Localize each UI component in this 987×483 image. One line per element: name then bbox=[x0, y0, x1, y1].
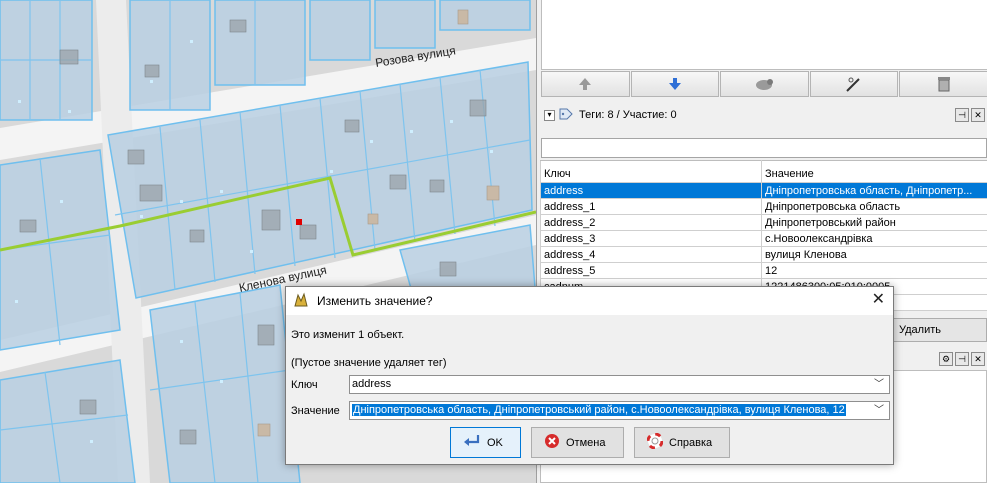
value-label: Значение bbox=[291, 405, 340, 417]
wand-icon bbox=[845, 76, 863, 92]
help-label: Справка bbox=[669, 436, 713, 449]
tags-panel-header: ▾ Теги: 8 / Участие: 0 ⊣ ✕ bbox=[541, 105, 987, 125]
tag-key-cell[interactable]: address_1 bbox=[540, 198, 762, 215]
close-icon[interactable]: ✕ bbox=[971, 108, 985, 122]
dialog-close-icon[interactable]: ✕ bbox=[872, 292, 885, 308]
settings-icon[interactable]: ⚙ bbox=[939, 352, 953, 366]
move-down-icon bbox=[668, 77, 682, 91]
tag-value-cell[interactable]: 12 bbox=[761, 262, 987, 279]
change-value-dialog: Изменить значение? ✕ Это изменит 1 объек… bbox=[285, 286, 894, 465]
tag-key-cell[interactable]: address_3 bbox=[540, 230, 762, 247]
dialog-titlebar[interactable]: Изменить значение? ✕ bbox=[286, 287, 893, 315]
move-up-icon bbox=[578, 77, 592, 91]
tag-filter-input[interactable] bbox=[541, 138, 987, 158]
tag-icon bbox=[559, 108, 573, 123]
column-header-value[interactable]: Значение bbox=[761, 160, 987, 183]
delete-button[interactable]: Удалить bbox=[884, 318, 987, 342]
value-combo[interactable]: Дніпропетровська область, Дніпропетровсь… bbox=[349, 401, 890, 420]
tag-value-cell[interactable]: Дніпропетровська область bbox=[761, 198, 987, 215]
table-row[interactable]: address_3 с.Новоолександрівка bbox=[540, 230, 987, 247]
help-button[interactable]: Справка bbox=[634, 427, 730, 458]
move-down-button[interactable] bbox=[630, 71, 720, 97]
tag-key-cell[interactable]: address_5 bbox=[540, 262, 762, 279]
pin-icon[interactable]: ⊣ bbox=[955, 352, 969, 366]
value-combo-value: Дніпропетровська область, Дніпропетровсь… bbox=[352, 404, 846, 416]
tag-key-cell[interactable]: address bbox=[540, 182, 762, 199]
cancel-label: Отмена bbox=[566, 436, 606, 449]
trash-icon bbox=[937, 76, 951, 92]
key-label: Ключ bbox=[291, 379, 318, 391]
ok-label: OK bbox=[487, 436, 503, 449]
cancel-icon bbox=[544, 433, 560, 452]
tag-value-cell[interactable]: Дніпропетровська область, Дніпропетр... bbox=[761, 182, 987, 199]
delete-tag-button[interactable] bbox=[899, 71, 987, 97]
move-up-button[interactable] bbox=[541, 71, 630, 97]
dialog-hint: (Пустое значение удаляет тег) bbox=[291, 357, 447, 369]
table-row[interactable]: address_2 Дніпропетровський район bbox=[540, 214, 987, 231]
lifebuoy-icon bbox=[646, 432, 664, 452]
table-row[interactable]: address_4 вулиця Кленова bbox=[540, 246, 987, 263]
tag-key-cell[interactable]: address_4 bbox=[540, 246, 762, 263]
key-combo[interactable]: address ﹀ bbox=[349, 375, 890, 394]
tag-value-cell[interactable]: с.Новоолександрівка bbox=[761, 230, 987, 247]
wand-button[interactable] bbox=[809, 71, 899, 97]
dialog-title: Изменить значение? bbox=[317, 294, 433, 308]
enter-icon bbox=[463, 433, 481, 452]
chevron-down-icon[interactable]: ﹀ bbox=[874, 376, 884, 393]
chevron-down-icon[interactable]: ﹀ bbox=[874, 402, 884, 419]
table-row[interactable]: address Дніпропетровська область, Дніпроп… bbox=[540, 182, 987, 199]
table-row[interactable]: address_5 12 bbox=[540, 262, 987, 279]
close-icon[interactable]: ✕ bbox=[971, 352, 985, 366]
dialog-message: Это изменит 1 объект. bbox=[291, 329, 405, 341]
tag-key-cell[interactable]: address_2 bbox=[540, 214, 762, 231]
key-combo-value: address bbox=[352, 378, 392, 390]
relation-toolbar bbox=[541, 71, 987, 98]
cancel-button[interactable]: Отмена bbox=[531, 427, 624, 458]
column-header-key[interactable]: Ключ bbox=[540, 160, 762, 183]
delete-button-label: Удалить bbox=[899, 324, 941, 336]
ok-button[interactable]: OK bbox=[450, 427, 521, 458]
collapse-toggle[interactable]: ▾ bbox=[544, 109, 555, 121]
tag-value-cell[interactable]: Дніпропетровський район bbox=[761, 214, 987, 231]
pin-icon[interactable]: ⊣ bbox=[955, 108, 969, 122]
app-icon bbox=[293, 291, 309, 311]
sheep-icon bbox=[754, 77, 774, 91]
tags-panel-title: Теги: 8 / Участие: 0 bbox=[579, 109, 677, 121]
tag-value-cell[interactable]: вулиця Кленова bbox=[761, 246, 987, 263]
table-row[interactable]: address_1 Дніпропетровська область bbox=[540, 198, 987, 215]
selection-list-panel[interactable] bbox=[541, 0, 987, 70]
sheep-button[interactable] bbox=[720, 71, 809, 97]
